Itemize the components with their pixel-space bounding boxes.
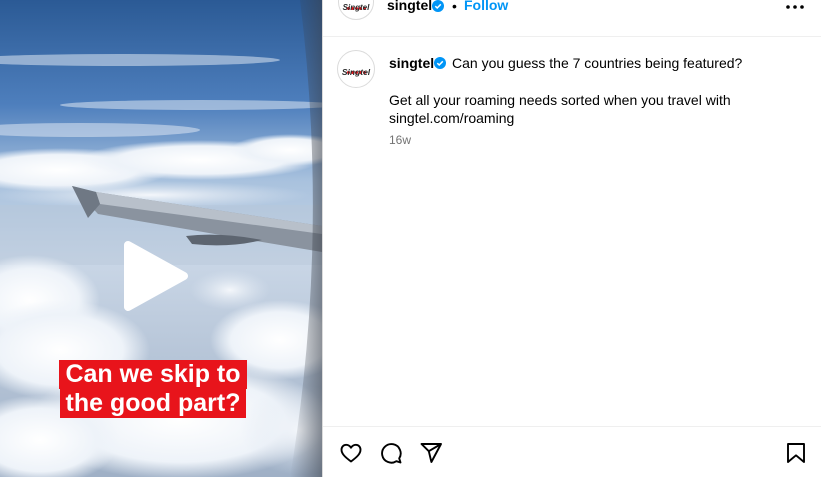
caption-username[interactable]: singtel [389, 55, 434, 71]
header-separator: • [452, 0, 457, 14]
more-options-icon[interactable] [784, 2, 806, 12]
video-caption-line: Can we skip to [59, 360, 247, 389]
header-divider [323, 36, 821, 37]
video-caption-overlay: Can we skip to the good part? [44, 360, 262, 418]
follow-button[interactable]: Follow [464, 0, 508, 13]
avatar-logo-text: Singtel [341, 67, 371, 77]
bookmark-icon[interactable] [784, 441, 808, 465]
actions-divider [323, 426, 821, 427]
caption-text-body: Get all your roaming needs sorted when y… [389, 92, 731, 126]
verified-badge-icon [432, 0, 444, 12]
post-timestamp[interactable]: 16w [389, 133, 411, 147]
header-username[interactable]: singtel [387, 0, 432, 13]
header-avatar[interactable]: Singtel [338, 0, 374, 20]
caption-avatar[interactable]: Singtel [337, 50, 375, 88]
play-button[interactable] [118, 239, 192, 313]
verified-badge-icon [434, 57, 446, 69]
avatar-logo-text: Singtel [342, 3, 370, 12]
share-icon[interactable] [419, 441, 443, 465]
caption-text: Can you guess the 7 countries being feat… [452, 55, 743, 71]
video-caption-line: the good part? [59, 389, 247, 418]
comment-icon[interactable] [379, 441, 403, 465]
post-media[interactable]: Can we skip to the good part? [0, 0, 322, 477]
post-detail-panel: Singtel singtel • Follow Singtel singtel… [323, 0, 821, 477]
play-icon [124, 241, 188, 311]
heart-icon[interactable] [339, 441, 363, 465]
